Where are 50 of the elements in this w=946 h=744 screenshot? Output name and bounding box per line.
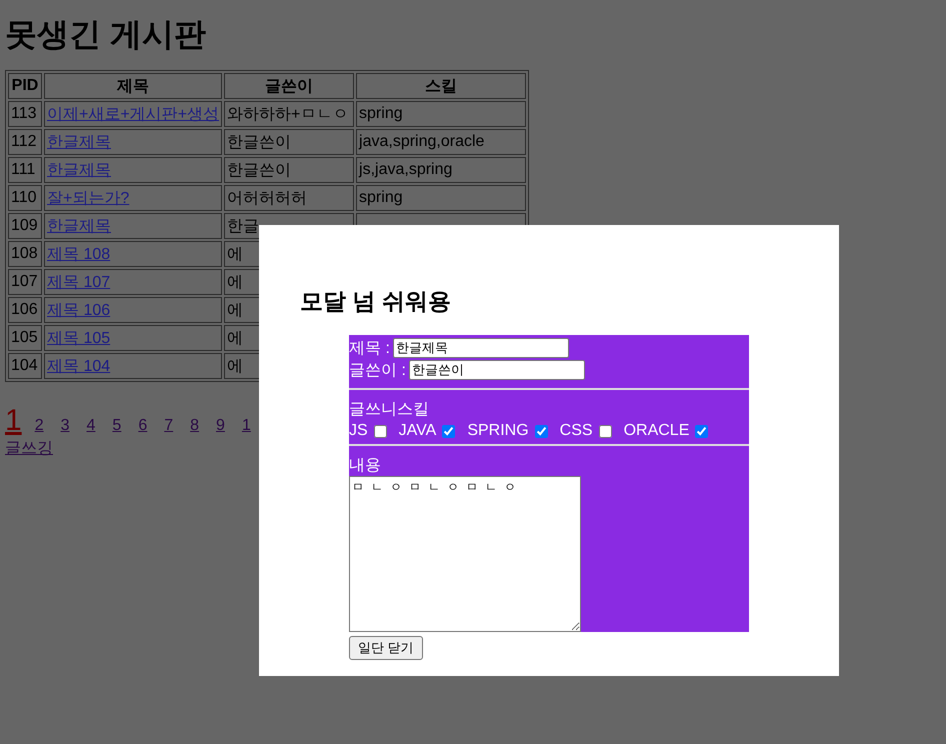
page-link[interactable]: 1 <box>242 417 251 435</box>
section-label: 내용 <box>349 456 382 476</box>
column-header: 스킬 <box>356 73 526 99</box>
page-link[interactable]: 7 <box>164 417 174 435</box>
write-link[interactable]: 글쓰깅 <box>5 440 53 457</box>
table-cell: 109 <box>8 213 42 239</box>
page-link[interactable]: 4 <box>86 417 96 435</box>
input-field[interactable]: 한글쓴이 <box>408 360 585 380</box>
table-cell: 105 <box>8 325 42 351</box>
table-cell: 113 <box>8 101 42 127</box>
close-button[interactable]: 일단 닫기 <box>349 636 423 660</box>
table-cell: 106 <box>8 297 42 323</box>
column-header: PID <box>8 73 42 99</box>
skill-checkbox[interactable] <box>534 424 548 438</box>
table-cell: js,java,spring <box>356 157 526 183</box>
page-title: 못생긴 게시판 <box>5 15 207 54</box>
page-link[interactable]: 3 <box>60 417 70 435</box>
page-link[interactable]: 1 <box>5 404 22 438</box>
table-cell: 와하하하+ㅁㄴㅇ <box>224 101 354 127</box>
table-cell: 어허허허허 <box>224 185 354 211</box>
page-link[interactable]: 5 <box>112 417 122 435</box>
table-cell: 한글쓴이 <box>224 157 354 183</box>
page-link[interactable]: 2 <box>34 417 44 435</box>
table-cell: 111 <box>8 157 42 183</box>
skill-checkbox[interactable] <box>442 424 456 438</box>
checkbox-label: ORACLE <box>624 422 690 440</box>
page-link[interactable]: 9 <box>216 417 225 435</box>
table-cell: spring <box>356 101 526 127</box>
skill-checkbox[interactable] <box>598 424 612 438</box>
input-field[interactable]: 한글제목 <box>392 338 569 358</box>
content-field[interactable]: ㅁㄴㅇㅁㄴㅇㅁㄴㅇ <box>349 476 581 632</box>
section-label: 글쓰니스킬 <box>349 400 430 420</box>
table-cell: spring <box>356 185 526 211</box>
table-cell: 110 <box>8 185 42 211</box>
checkbox-label: JS <box>349 422 368 440</box>
table-cell: 112 <box>8 129 42 155</box>
column-header: 글쓴이 <box>224 73 354 99</box>
column-header: 제목 <box>44 73 222 99</box>
page-link[interactable]: 8 <box>190 417 200 435</box>
table-cell: java,spring,oracle <box>356 129 526 155</box>
table-cell: 104 <box>8 353 42 379</box>
page-link[interactable]: 6 <box>138 417 148 435</box>
table-cell: 107 <box>8 269 42 295</box>
skill-checkbox[interactable] <box>695 424 708 438</box>
skill-checkbox[interactable] <box>374 424 387 438</box>
checkbox-label: SPRING <box>467 422 529 440</box>
checkbox-label: JAVA <box>398 422 436 440</box>
table-cell: 한글쓴이 <box>224 129 354 155</box>
checkbox-label: CSS <box>560 422 593 440</box>
table-cell: 108 <box>8 241 42 267</box>
